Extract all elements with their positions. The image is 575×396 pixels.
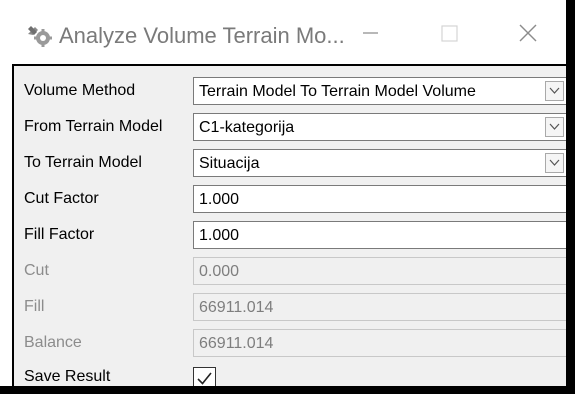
from-terrain-label: From Terrain Model [24,118,163,135]
from-terrain-value: C1-kategorija [199,119,295,136]
analyze-volume-dialog: Analyze Volume Terrain Mo... Volume Meth… [0,0,575,394]
fill-label: Fill [24,298,45,315]
title-bar[interactable]: Analyze Volume Terrain Mo... [0,0,566,64]
properties-panel: Volume Method Terrain Model To Terrain M… [12,64,568,390]
save-result-label: Save Result [24,368,111,385]
balance-label: Balance [24,334,82,351]
close-icon[interactable] [511,18,547,48]
fill-readonly-field: 66911.014 [193,293,568,321]
row-from-terrain: From Terrain Model C1-kategorija [14,110,568,146]
from-terrain-dropdown[interactable]: C1-kategorija [193,113,568,141]
cut-factor-input[interactable]: 1.000 [193,185,568,213]
gear-wrench-icon [25,20,53,48]
row-fill: Fill 66911.014 [14,290,568,326]
row-fill-factor: Fill Factor 1.000 [14,218,568,254]
to-terrain-label: To Terrain Model [24,154,142,171]
row-cut-factor: Cut Factor 1.000 [14,182,568,218]
chevron-down-icon[interactable] [545,117,564,137]
fill-value: 66911.014 [199,299,274,316]
cut-label: Cut [24,262,49,279]
chevron-down-icon[interactable] [545,81,564,101]
window-frame-bottom [0,386,575,394]
balance-value: 66911.014 [199,335,274,352]
maximize-icon[interactable] [433,18,469,48]
volume-method-label: Volume Method [24,82,136,99]
volume-method-dropdown[interactable]: Terrain Model To Terrain Model Volume [193,77,568,105]
cut-factor-label: Cut Factor [24,190,99,207]
fill-factor-value: 1.000 [199,227,240,244]
cut-value: 0.000 [199,263,240,280]
to-terrain-value: Situacija [199,155,260,172]
volume-method-value: Terrain Model To Terrain Model Volume [199,83,476,100]
to-terrain-dropdown[interactable]: Situacija [193,149,568,177]
row-volume-method: Volume Method Terrain Model To Terrain M… [14,74,568,110]
minimize-icon[interactable] [354,18,390,48]
row-cut: Cut 0.000 [14,254,568,290]
cut-factor-value: 1.000 [199,191,240,208]
chevron-down-icon[interactable] [545,153,564,173]
checkmark-icon [197,372,212,385]
row-to-terrain: To Terrain Model Situacija [14,146,568,182]
window-frame-right [566,0,575,394]
cut-readonly-field: 0.000 [193,257,568,285]
row-balance: Balance 66911.014 [14,326,568,362]
balance-readonly-field: 66911.014 [193,329,568,357]
window-title: Analyze Volume Terrain Mo... [59,23,345,48]
fill-factor-label: Fill Factor [24,226,95,243]
fill-factor-input[interactable]: 1.000 [193,221,568,249]
